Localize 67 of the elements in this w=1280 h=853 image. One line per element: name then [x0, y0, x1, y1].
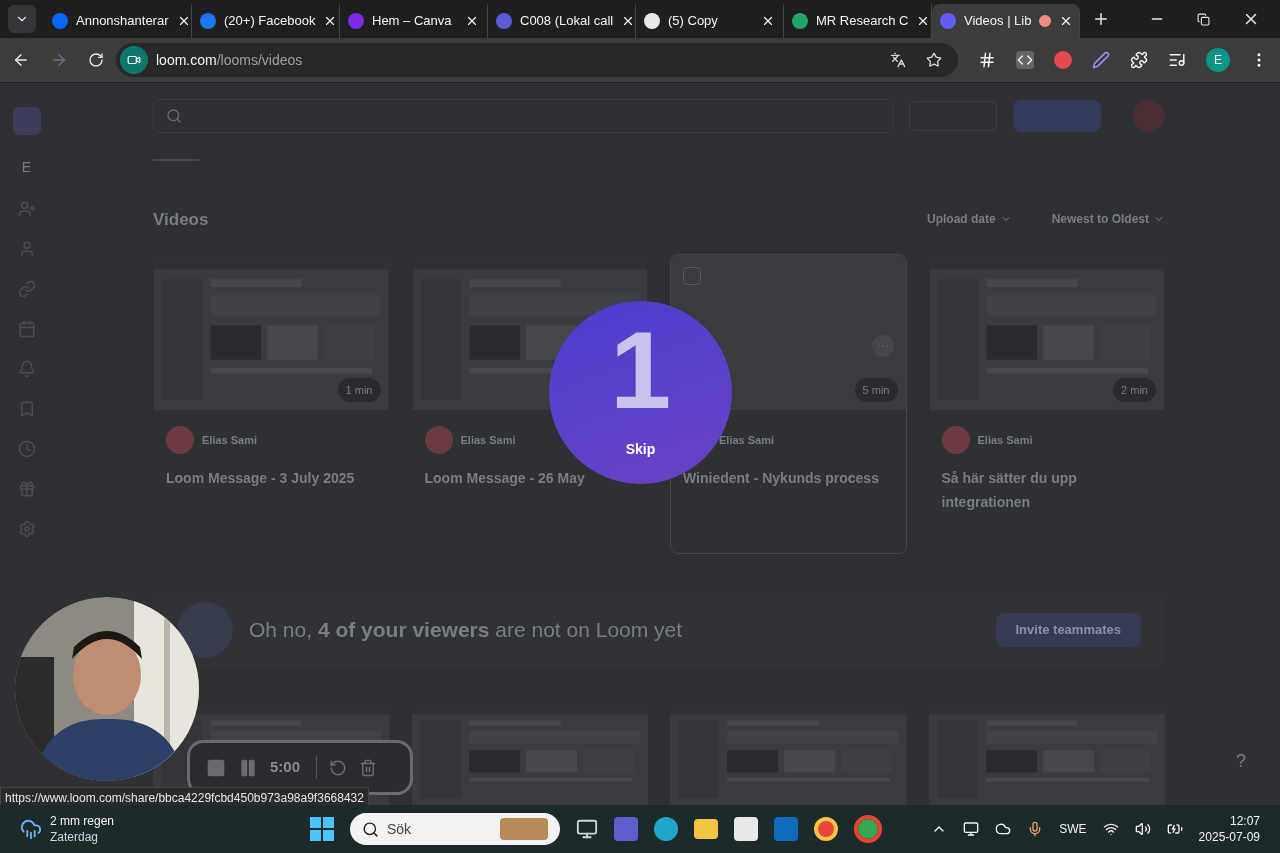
- edge-icon[interactable]: [654, 817, 678, 841]
- site-info-icon[interactable]: [120, 46, 148, 74]
- code-icon[interactable]: [1016, 51, 1034, 69]
- task-view-icon[interactable]: [576, 818, 598, 840]
- display-icon[interactable]: [963, 821, 980, 837]
- pen-icon[interactable]: [1092, 51, 1110, 69]
- battery-icon[interactable]: [1166, 821, 1183, 837]
- bookmark-star-icon[interactable]: [926, 52, 942, 68]
- clock-time[interactable]: 12:07: [1229, 813, 1260, 829]
- hash-icon[interactable]: [978, 51, 996, 69]
- browser-tab[interactable]: Videos | Lib: [932, 4, 1080, 38]
- tab-search-button[interactable]: [8, 5, 36, 33]
- restart-icon[interactable]: [329, 758, 348, 777]
- translate-icon[interactable]: [890, 52, 906, 68]
- author-name: Elias Sami: [977, 432, 1033, 448]
- tab-title: (5) Copy: [668, 12, 719, 31]
- tab-title: Annonshanterar: [76, 12, 169, 31]
- timer: 5:00: [270, 756, 318, 779]
- clock-date[interactable]: 2025-07-09: [1198, 829, 1260, 845]
- section-heading: Videos: [153, 208, 210, 231]
- author-name: Elias Sami: [460, 432, 516, 448]
- close-icon[interactable]: [465, 14, 479, 28]
- language-indicator[interactable]: SWE: [1059, 820, 1087, 838]
- search-field[interactable]: [153, 99, 893, 133]
- video-card[interactable]: 2 min Elias Sami Så här sätter du upp integrationen: [928, 254, 1165, 555]
- select-checkbox[interactable]: [683, 267, 701, 286]
- close-icon[interactable]: [761, 14, 775, 28]
- tab-title: Hem – Canva: [372, 12, 453, 31]
- media-icon[interactable]: [1168, 51, 1186, 69]
- stop-icon[interactable]: [206, 757, 226, 778]
- folder-icon[interactable]: [694, 819, 718, 839]
- cloud-icon[interactable]: [995, 821, 1012, 837]
- tab-title: MR Research C: [816, 12, 909, 31]
- search-highlight-icon: [500, 818, 548, 840]
- weather-day[interactable]: Zaterdag: [50, 829, 115, 845]
- browser-icon[interactable]: [814, 817, 838, 841]
- skip-button[interactable]: Skip: [625, 439, 656, 460]
- video-card[interactable]: 1 min Elias Sami Loom Message - 3 July 2025: [153, 254, 390, 555]
- volume-icon[interactable]: [1134, 821, 1151, 837]
- weather-text[interactable]: 2 mm regen: [50, 813, 115, 829]
- profile-avatar[interactable]: E: [1206, 48, 1230, 72]
- wifi-icon[interactable]: [1102, 821, 1119, 837]
- pause-icon[interactable]: [238, 757, 258, 778]
- author-name: Elias Sami: [202, 432, 258, 448]
- author-name: Elias Sami: [719, 432, 775, 448]
- search-icon: [362, 820, 379, 838]
- trash-icon[interactable]: [359, 758, 378, 777]
- start-icon[interactable]: [310, 817, 334, 841]
- address-bar[interactable]: loom.com/looms/videos: [116, 43, 958, 77]
- tab-title: C008 (Lokal call: [520, 12, 614, 31]
- chrome-icon[interactable]: [854, 815, 882, 843]
- url-text: loom.com/looms/videos: [156, 50, 304, 70]
- extensions-icon[interactable]: [1130, 51, 1148, 69]
- invite-button[interactable]: Invite teammates: [995, 612, 1141, 647]
- banner-text: Oh no, 4 of your viewers are not on Loom yet: [249, 616, 684, 643]
- reload-icon[interactable]: [88, 52, 104, 68]
- restore-icon[interactable]: [1197, 12, 1210, 26]
- new-tab-icon[interactable]: [1092, 10, 1110, 28]
- search-icon: [166, 108, 182, 124]
- tab-title: Videos | Lib: [964, 12, 1032, 31]
- back-icon[interactable]: [12, 51, 30, 69]
- search-placeholder: Sök: [387, 819, 413, 839]
- countdown-number: 1: [609, 315, 672, 425]
- weather-icon[interactable]: [20, 818, 42, 840]
- extension-icon[interactable]: [1054, 51, 1072, 69]
- tab-title: (20+) Facebook: [224, 12, 316, 31]
- search-field[interactable]: Sök: [350, 813, 560, 845]
